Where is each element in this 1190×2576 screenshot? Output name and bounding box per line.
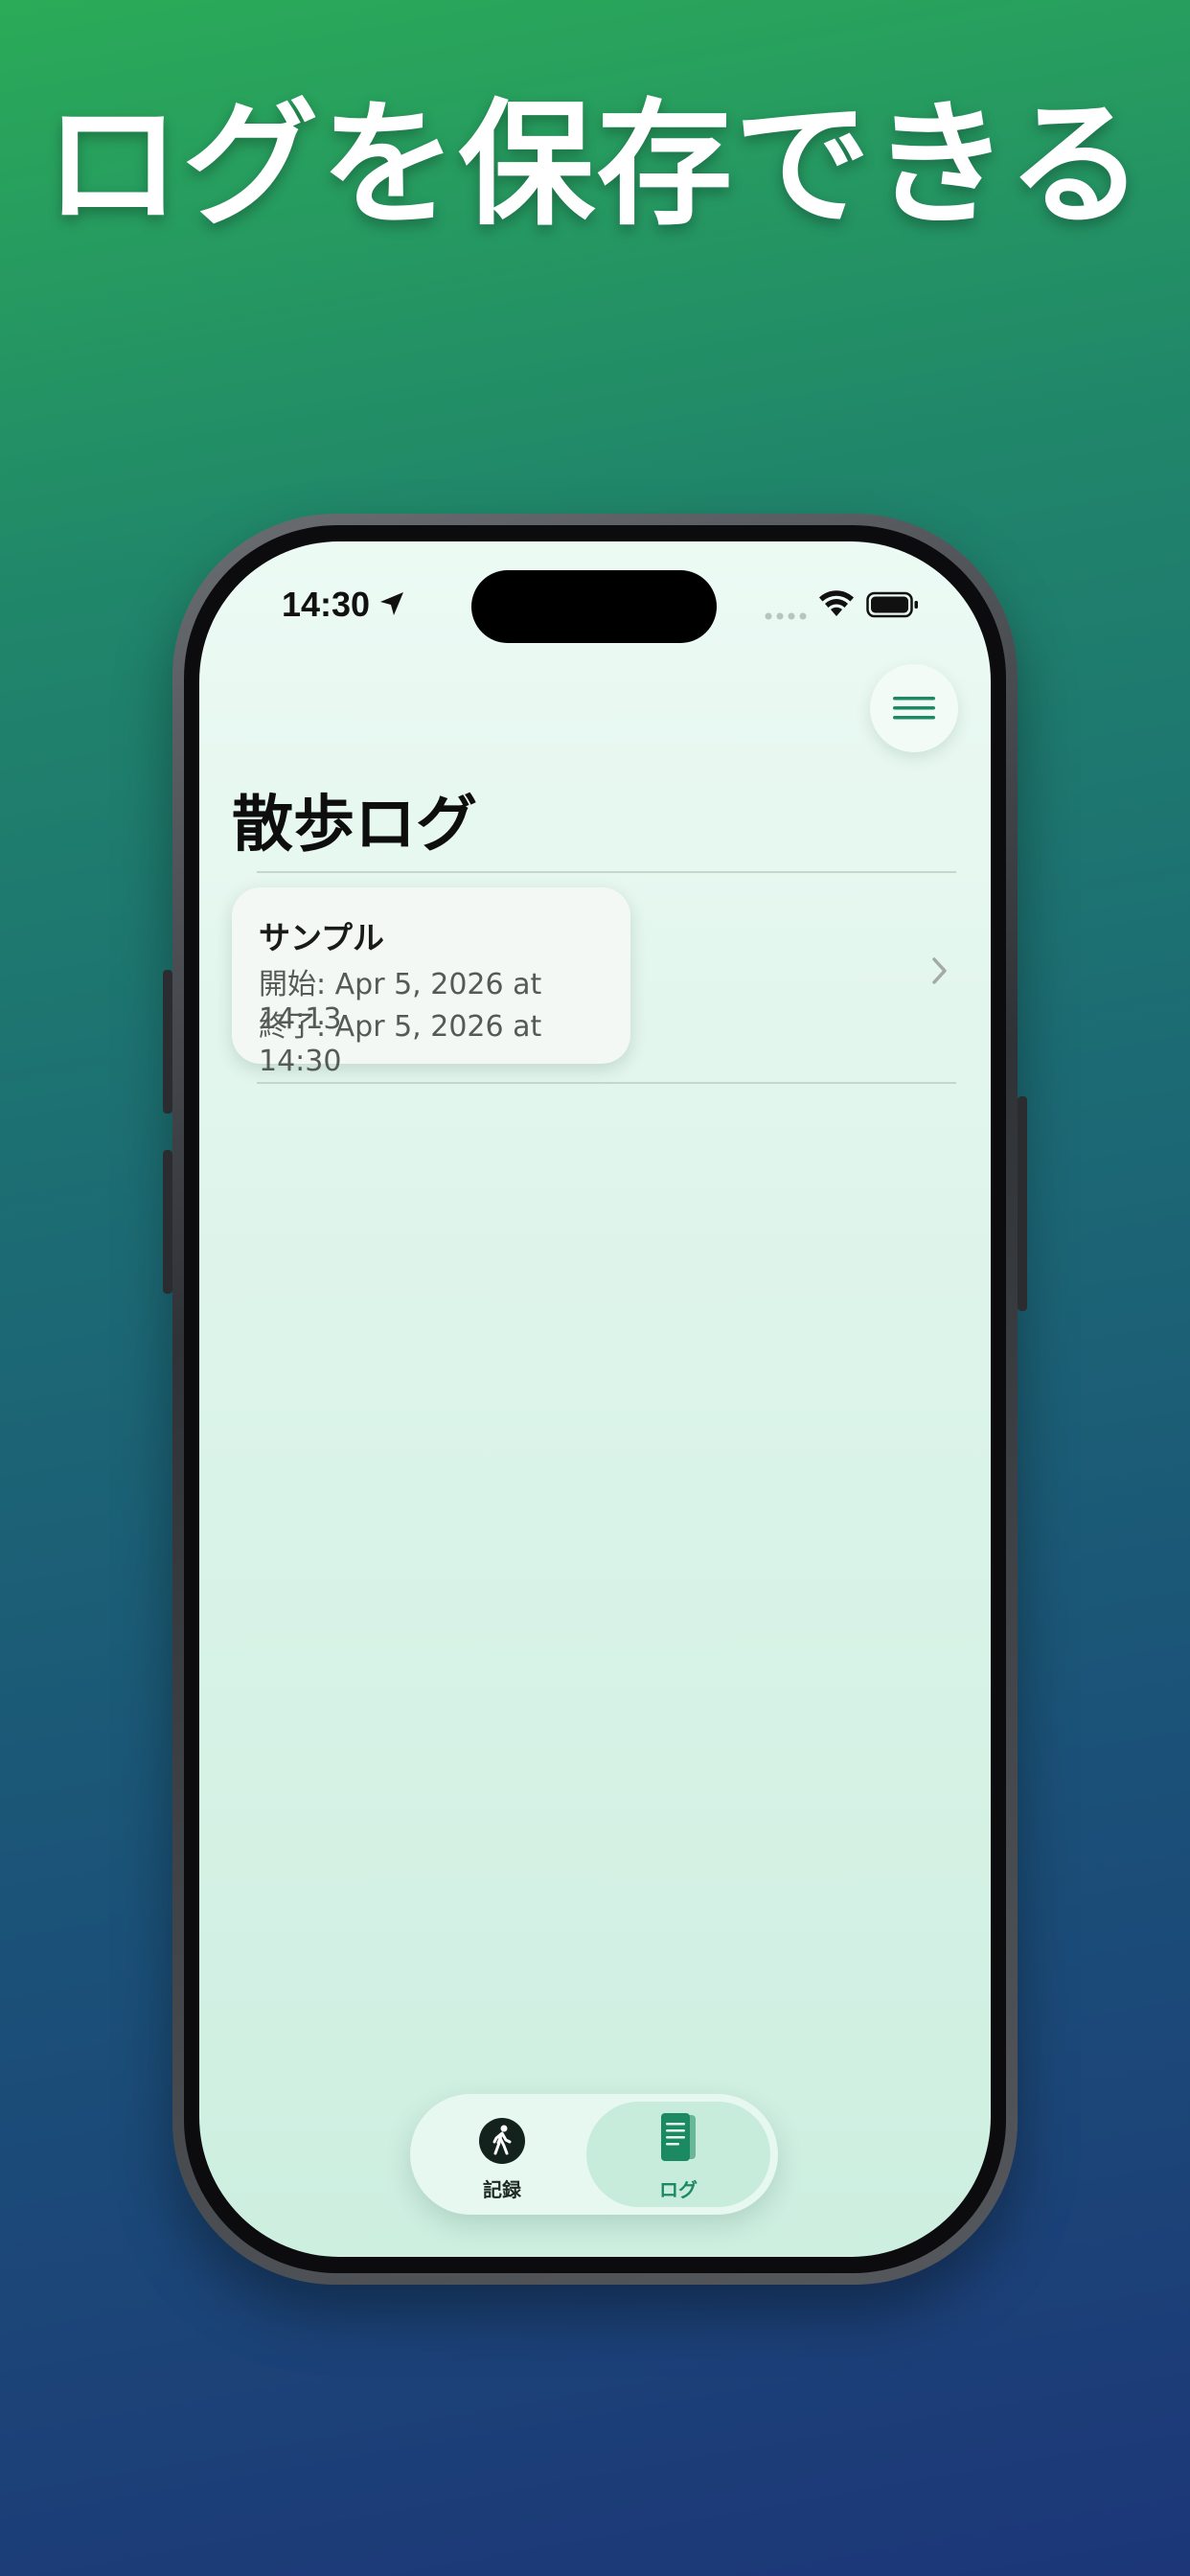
tab-log[interactable]: ログ: [586, 2102, 770, 2207]
log-list-item[interactable]: サンプル 開始: Apr 5, 2026 at 14:13 終了: Apr 5,…: [199, 872, 991, 1078]
tab-record-label: 記録: [483, 2178, 521, 2201]
status-time: 14:30: [282, 585, 371, 624]
promo-headline: ログを保存できる: [44, 86, 1146, 244]
dynamic-island: [471, 570, 717, 643]
battery-icon: [866, 591, 918, 618]
power-button: [1018, 1096, 1027, 1311]
log-card[interactable]: サンプル 開始: Apr 5, 2026 at 14:13 終了: Apr 5,…: [232, 887, 630, 1078]
list-bottom-divider: [257, 1082, 956, 1084]
document-list-icon: [661, 2113, 696, 2161]
tab-record[interactable]: 記録: [418, 2102, 586, 2207]
action-button: [163, 970, 172, 1114]
log-end-time: 終了: Apr 5, 2026 at 14:30: [259, 1010, 542, 1078]
tab-bar: 記録 ログ: [410, 2094, 778, 2215]
volume-down-button: [163, 1150, 172, 1294]
hamburger-menu-icon: [893, 697, 935, 720]
location-arrow-icon: [380, 592, 403, 615]
log-name: サンプル: [259, 919, 385, 956]
phone-screen: 14:30 散歩ログ サンプル 開始: Apr 5, 2026 at 14:13…: [199, 541, 991, 2257]
page-title: 散歩ログ: [232, 790, 477, 861]
walking-person-icon: [479, 2118, 525, 2164]
wifi-icon: [819, 590, 854, 616]
cellular-signal-icon: [765, 612, 807, 620]
tab-log-label: ログ: [659, 2178, 698, 2201]
chevron-right-icon: [932, 957, 947, 984]
menu-button[interactable]: [870, 664, 958, 752]
